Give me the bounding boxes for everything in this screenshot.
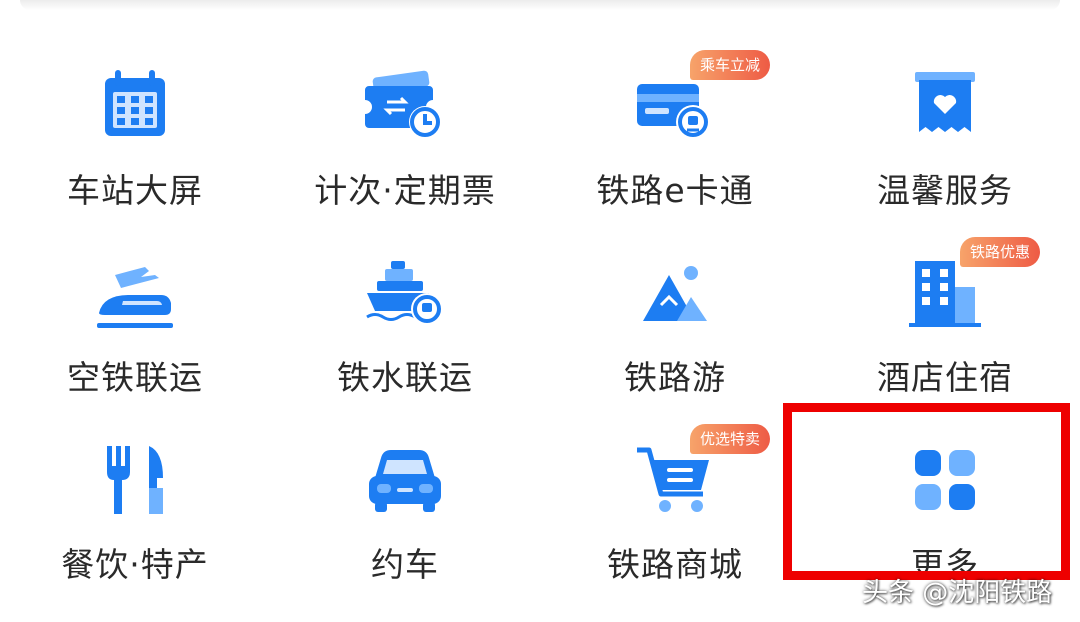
highlight-box	[783, 403, 1070, 580]
service-label: 温馨服务	[877, 171, 1013, 210]
calendar-grid-icon	[93, 64, 177, 148]
service-label: 餐饮·特产	[61, 545, 209, 584]
service-label: 铁路商城	[607, 545, 743, 584]
service-label: 酒店住宿	[877, 358, 1013, 397]
service-label: 计次·定期票	[314, 171, 496, 210]
service-rail-water[interactable]: 铁水联运	[270, 227, 540, 414]
watermark: 头条 @沈阳铁路	[862, 578, 1053, 608]
car-icon	[363, 438, 447, 522]
service-station-screen[interactable]: 车站大屏	[0, 40, 270, 227]
service-e-card[interactable]: 乘车立减 铁路e卡通	[540, 40, 810, 227]
service-rail-mall[interactable]: 优选特卖 铁路商城	[540, 414, 810, 601]
service-label: 约车	[371, 545, 439, 584]
service-label: 铁路游	[624, 358, 726, 397]
service-label: 铁路e卡通	[596, 171, 754, 210]
mountain-icon	[633, 251, 717, 335]
top-card-edge	[20, 0, 1060, 10]
service-hotel[interactable]: 铁路优惠 酒店住宿	[810, 227, 1080, 414]
promo-badge: 乘车立减	[690, 50, 771, 80]
promo-badge: 优选特卖	[690, 424, 771, 454]
ship-train-icon	[363, 251, 447, 335]
service-car-booking[interactable]: 约车	[270, 414, 540, 601]
service-label: 空铁联运	[67, 358, 203, 397]
plane-train-icon	[93, 251, 177, 335]
service-care[interactable]: 温馨服务	[810, 40, 1080, 227]
heart-ticket-icon	[903, 64, 987, 148]
service-period-ticket[interactable]: 计次·定期票	[270, 40, 540, 227]
promo-badge: 铁路优惠	[960, 237, 1041, 267]
service-label: 车站大屏	[67, 171, 203, 210]
service-food[interactable]: 餐饮·特产	[0, 414, 270, 601]
ticket-clock-icon	[363, 64, 447, 148]
service-rail-tour[interactable]: 铁路游	[540, 227, 810, 414]
service-label: 铁水联运	[337, 358, 473, 397]
fork-knife-icon	[93, 438, 177, 522]
service-air-rail[interactable]: 空铁联运	[0, 227, 270, 414]
